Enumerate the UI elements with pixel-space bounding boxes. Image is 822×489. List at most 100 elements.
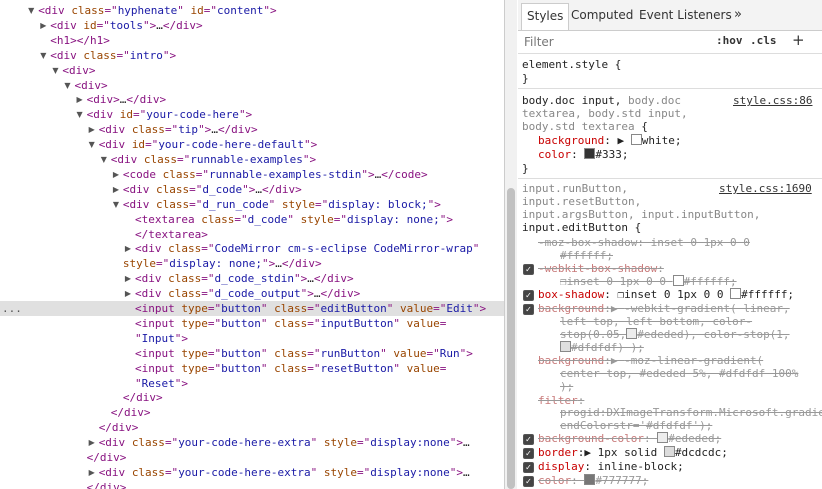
dom-node[interactable]: ▼ <div class="d_run_code" style="display:… — [0, 197, 504, 212]
decl-checkbox[interactable]: ✓ — [523, 434, 534, 445]
dom-node[interactable]: ▼ <div> — [0, 63, 504, 78]
color-swatch[interactable] — [663, 446, 675, 457]
rule1-source[interactable]: style.css:86 — [733, 94, 812, 107]
color-swatch[interactable] — [584, 474, 596, 485]
tab-computed[interactable]: Computed — [566, 3, 638, 27]
decl-checkbox[interactable]: ✓ — [523, 462, 534, 473]
dom-node[interactable]: ▶ <div class="d_code_output">…</div> — [0, 286, 504, 301]
dom-node[interactable]: </div> — [0, 390, 504, 405]
styles-filter-input[interactable] — [522, 34, 706, 50]
dom-node[interactable]: </textarea> — [0, 227, 504, 242]
elements-scrollbar[interactable] — [505, 0, 517, 489]
color-swatch[interactable] — [560, 341, 571, 352]
rule1-decl-background[interactable]: background: ▶ white; — [538, 134, 681, 147]
dom-node[interactable]: ▼ <div id="your-code-here-default"> — [0, 137, 504, 152]
color-swatch[interactable] — [730, 288, 742, 299]
decl-background-webkit[interactable]: background:▶ -webkit-gradient( linear, — [538, 302, 790, 315]
node-menu-icon[interactable]: ... — [2, 301, 22, 316]
rule2-selector-main-line[interactable]: input.editButton { — [522, 221, 641, 234]
decl-checkbox[interactable]: ✓ — [523, 290, 534, 301]
decl-display[interactable]: display: inline-block; — [538, 460, 684, 473]
decl-checkbox[interactable]: ✓ — [523, 264, 534, 275]
decl-checkbox[interactable]: ✓ — [523, 448, 534, 459]
dom-node[interactable]: ▼ <div class="hyphenate" id="content"> — [0, 3, 504, 18]
dom-node[interactable]: style="display: none;">…</div> — [0, 256, 504, 271]
color-swatch[interactable] — [630, 134, 642, 145]
dom-node[interactable]: <input type="button" class="resetButton"… — [0, 361, 504, 376]
expand-arrow-icon[interactable]: ▶ — [611, 302, 618, 315]
collapse-triangle-icon[interactable]: ▼ — [50, 63, 60, 78]
dom-node[interactable]: ... <input type="button" class="editButto… — [0, 301, 504, 316]
rule2-source[interactable]: style.css:1690 — [719, 182, 812, 195]
color-swatch[interactable] — [672, 275, 684, 286]
dom-node[interactable]: ▶ <div class="your-code-here-extra" style… — [0, 465, 504, 480]
decl-color[interactable]: color: #777777; — [538, 474, 648, 487]
dom-node[interactable]: </div> — [0, 450, 504, 465]
dom-node[interactable]: ▼ <div class="runnable-examples"> — [0, 152, 504, 167]
dom-node[interactable]: </div> — [0, 405, 504, 420]
collapse-triangle-icon[interactable]: ▼ — [87, 137, 97, 152]
tab-event-listeners[interactable]: Event Listeners — [634, 3, 737, 27]
tab-styles[interactable]: Styles — [521, 3, 570, 30]
decl-box-shadow[interactable]: box-shadow: ❐inset 0 1px 0 0 #ffffff; — [538, 288, 794, 301]
expand-triangle-icon[interactable]: ▶ — [87, 122, 97, 137]
dom-node[interactable]: <input type="button" class="inputButton"… — [0, 316, 504, 331]
dom-node[interactable]: "Input"> — [0, 331, 504, 346]
expand-arrow-icon[interactable]: ▶ — [611, 354, 618, 367]
decl-background-color[interactable]: background-color: #ededed; — [538, 432, 721, 445]
collapse-triangle-icon[interactable]: ▼ — [99, 152, 109, 167]
decl-checkbox[interactable]: ✓ — [523, 304, 534, 315]
dom-node[interactable]: ▶ <div>…</div> — [0, 92, 504, 107]
expand-triangle-icon[interactable]: ▶ — [123, 286, 133, 301]
add-rule-icon[interactable]: + — [792, 31, 805, 49]
expand-triangle-icon[interactable]: ▶ — [111, 182, 121, 197]
expand-triangle-icon[interactable]: ▶ — [87, 465, 97, 480]
expand-triangle-icon[interactable]: ▶ — [75, 92, 85, 107]
rule2-source-link[interactable]: style.css:1690 — [719, 182, 812, 195]
collapse-triangle-icon[interactable]: ▼ — [38, 48, 48, 63]
element-style-selector[interactable]: element.style { — [522, 58, 621, 71]
dom-node[interactable]: ▶ <div class="CodeMirror cm-s-eclipse Cod… — [0, 241, 504, 256]
dom-node[interactable]: </div> — [0, 480, 504, 489]
expand-arrow-icon[interactable]: ▶ — [584, 446, 591, 459]
dom-node[interactable]: </div> — [0, 420, 504, 435]
expand-triangle-icon[interactable]: ▶ — [111, 167, 121, 182]
decl-value[interactable]: #333; — [595, 148, 628, 161]
color-swatch[interactable] — [584, 148, 596, 159]
decl-moz-box-shadow-a[interactable]: -moz-box-shadow: inset 0 1px 0 0 — [538, 236, 750, 249]
decl-value[interactable]: white; — [642, 134, 682, 147]
rule1-source-link[interactable]: style.css:86 — [733, 94, 812, 107]
dom-node[interactable]: ▶ <div class="d_code">…</div> — [0, 182, 504, 197]
expand-triangle-icon[interactable]: ▶ — [38, 18, 48, 33]
elements-panel[interactable]: ▼ <div class="hyphenate" id="content"> ▶ <d… — [0, 0, 504, 489]
dom-node[interactable]: <textarea class="d_code" style="display:… — [0, 212, 504, 227]
dom-node[interactable]: ▶ <div id="tools">…</div> — [0, 18, 504, 33]
dom-node[interactable]: <h1></h1> — [0, 33, 504, 48]
rule1-selector-line1[interactable]: body.doc input, body.doc — [522, 94, 681, 107]
color-swatch[interactable] — [626, 328, 638, 339]
collapse-triangle-icon[interactable]: ▼ — [111, 197, 121, 212]
collapse-triangle-icon[interactable]: ▼ — [63, 78, 73, 93]
collapse-triangle-icon[interactable]: ▼ — [75, 107, 85, 122]
decl-border[interactable]: border:▶ 1px solid #dcdcdc; — [538, 446, 728, 459]
cls-button[interactable]: .cls — [750, 34, 777, 47]
dom-node[interactable]: "Reset"> — [0, 376, 504, 391]
dom-node[interactable]: ▶ <div class="tip">…</div> — [0, 122, 504, 137]
more-tabs-icon[interactable]: » — [734, 3, 742, 27]
collapse-triangle-icon[interactable]: ▼ — [26, 3, 36, 18]
scrollbar-thumb[interactable] — [507, 188, 515, 489]
hov-button[interactable]: :hov — [716, 34, 743, 47]
color-swatch[interactable] — [657, 432, 669, 443]
expand-triangle-icon[interactable]: ▶ — [87, 435, 97, 450]
dom-node[interactable]: ▶ <div class="d_code_stdin">…</div> — [0, 271, 504, 286]
decl-webkit-box-shadow[interactable]: -webkit-box-shadow: — [538, 262, 664, 275]
dom-node[interactable]: <input type="button" class="runButton" v… — [0, 346, 504, 361]
decl-checkbox[interactable]: ✓ — [523, 476, 534, 487]
shadow-editor-icon[interactable]: ❐ — [560, 275, 567, 288]
expand-triangle-icon[interactable]: ▶ — [123, 241, 133, 256]
dom-node[interactable]: ▼ <div> — [0, 78, 504, 93]
dom-node[interactable]: ▼ <div id="your-code-here"> — [0, 107, 504, 122]
expand-triangle-icon[interactable]: ▶ — [123, 271, 133, 286]
dom-node[interactable]: ▶ <code class="runnable-examples-stdin">…… — [0, 167, 504, 182]
rule1-decl-color[interactable]: color: #333; — [538, 148, 629, 161]
